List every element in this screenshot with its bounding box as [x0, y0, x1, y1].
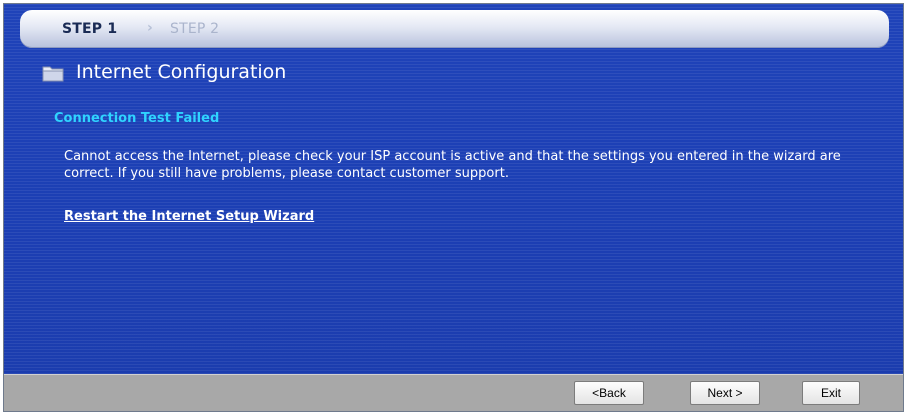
- chevron-right-icon: ›: [147, 20, 153, 36]
- folder-icon: [42, 66, 64, 82]
- step-1-label: STEP 1: [62, 21, 118, 37]
- error-message: Cannot access the Internet, please check…: [64, 149, 841, 181]
- wizard-step-bar: STEP 1 › STEP 2: [20, 10, 889, 48]
- step-2-label: STEP 2: [170, 21, 220, 37]
- restart-wizard-link[interactable]: Restart the Internet Setup Wizard: [64, 209, 314, 224]
- back-button[interactable]: <Back: [574, 381, 644, 405]
- wizard-panel: STEP 1 › STEP 2 Internet Configuration C…: [3, 3, 904, 412]
- exit-button[interactable]: Exit: [802, 381, 860, 405]
- next-button[interactable]: Next >: [690, 381, 760, 405]
- button-bar: <Back Next > Exit: [4, 374, 903, 411]
- status-heading: Connection Test Failed: [54, 111, 220, 126]
- page-title: Internet Configuration: [76, 61, 287, 83]
